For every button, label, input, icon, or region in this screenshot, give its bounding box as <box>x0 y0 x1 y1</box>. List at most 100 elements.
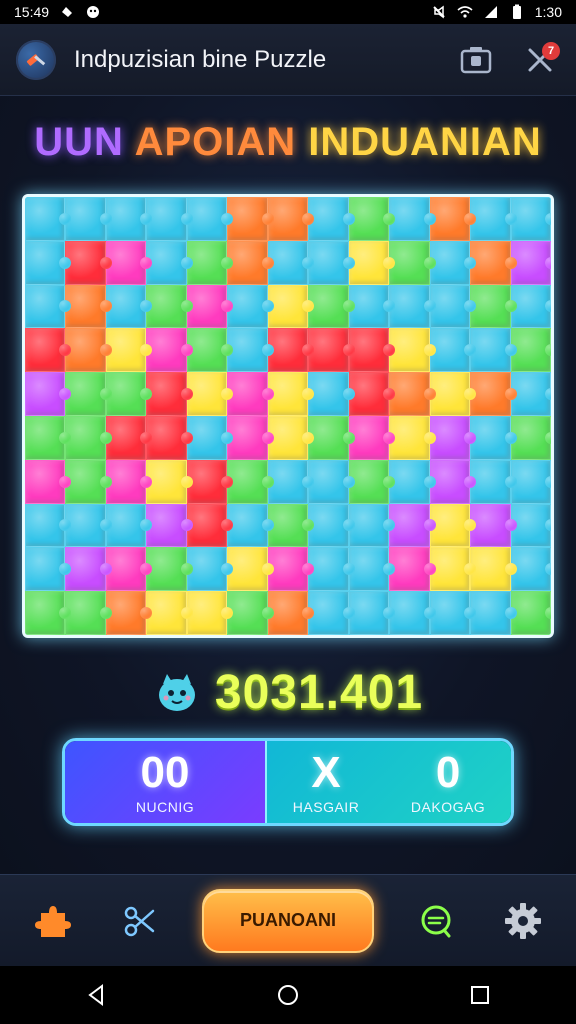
puzzle-piece[interactable] <box>470 328 518 373</box>
puzzle-piece[interactable] <box>186 591 234 635</box>
puzzle-piece[interactable] <box>470 547 518 592</box>
puzzle-piece[interactable] <box>510 459 551 504</box>
puzzle-piece[interactable] <box>348 328 396 373</box>
puzzle-piece[interactable] <box>25 284 72 329</box>
puzzle-grid[interactable] <box>25 197 551 635</box>
puzzle-piece[interactable] <box>389 503 437 548</box>
puzzle-piece[interactable] <box>389 284 437 329</box>
puzzle-piece[interactable] <box>267 240 315 285</box>
puzzle-piece[interactable] <box>146 459 194 504</box>
puzzle-piece[interactable] <box>348 547 396 592</box>
app-logo[interactable] <box>16 39 56 80</box>
puzzle-piece[interactable] <box>65 197 113 241</box>
puzzle-piece[interactable] <box>308 240 356 285</box>
puzzle-piece[interactable] <box>65 415 113 460</box>
puzzle-piece[interactable] <box>429 459 477 504</box>
puzzle-piece[interactable] <box>146 415 194 460</box>
puzzle-piece[interactable] <box>470 372 518 416</box>
puzzle-piece[interactable] <box>227 547 275 592</box>
primary-action-button[interactable]: PUANOANI <box>201 888 374 953</box>
puzzle-piece[interactable] <box>227 240 275 285</box>
puzzle-piece[interactable] <box>348 240 396 285</box>
puzzle-piece[interactable] <box>186 547 234 592</box>
puzzle-piece[interactable] <box>105 503 153 548</box>
puzzle-piece[interactable] <box>348 503 396 548</box>
puzzle-piece[interactable] <box>227 372 275 416</box>
puzzle-piece[interactable] <box>429 591 477 635</box>
back-button[interactable] <box>72 971 120 1019</box>
puzzle-piece[interactable] <box>227 284 275 329</box>
puzzle-piece[interactable] <box>186 284 234 329</box>
puzzle-piece[interactable] <box>186 372 234 416</box>
puzzle-piece[interactable] <box>25 503 72 548</box>
puzzle-piece[interactable] <box>267 547 315 592</box>
puzzle-piece[interactable] <box>348 415 396 460</box>
puzzle-piece[interactable] <box>510 591 551 635</box>
puzzle-piece[interactable] <box>308 372 356 416</box>
puzzle-piece[interactable] <box>65 591 113 635</box>
puzzle-piece[interactable] <box>308 459 356 504</box>
hint-button[interactable] <box>412 897 460 945</box>
puzzle-piece[interactable] <box>470 459 518 504</box>
puzzle-piece[interactable] <box>470 240 518 285</box>
puzzle-piece[interactable] <box>510 328 551 373</box>
puzzle-piece[interactable] <box>308 197 356 241</box>
puzzle-piece[interactable] <box>429 284 477 329</box>
puzzle-piece[interactable] <box>186 415 234 460</box>
puzzle-piece[interactable] <box>267 459 315 504</box>
puzzle-piece[interactable] <box>510 547 551 592</box>
puzzle-piece[interactable] <box>227 415 275 460</box>
puzzle-piece[interactable] <box>429 547 477 592</box>
puzzle-piece[interactable] <box>105 459 153 504</box>
puzzle-piece[interactable] <box>389 197 437 241</box>
puzzle-piece[interactable] <box>65 240 113 285</box>
puzzle-piece[interactable] <box>267 415 315 460</box>
puzzle-piece[interactable] <box>470 415 518 460</box>
puzzle-piece[interactable] <box>25 328 72 373</box>
puzzle-piece[interactable] <box>470 197 518 241</box>
puzzle-piece[interactable] <box>25 547 72 592</box>
home-button[interactable] <box>264 971 312 1019</box>
puzzle-piece[interactable] <box>25 372 72 416</box>
puzzle-piece[interactable] <box>146 591 194 635</box>
puzzle-piece[interactable] <box>429 240 477 285</box>
puzzle-piece[interactable] <box>186 459 234 504</box>
puzzle-piece[interactable] <box>389 415 437 460</box>
puzzle-piece[interactable] <box>25 415 72 460</box>
puzzle-piece[interactable] <box>105 372 153 416</box>
puzzle-piece[interactable] <box>65 372 113 416</box>
puzzle-piece[interactable] <box>510 415 551 460</box>
puzzle-piece[interactable] <box>186 240 234 285</box>
puzzle-piece[interactable] <box>65 459 113 504</box>
camera-button[interactable] <box>456 40 496 80</box>
puzzle-piece[interactable] <box>389 240 437 285</box>
puzzle-piece[interactable] <box>389 547 437 592</box>
puzzle-piece[interactable] <box>470 503 518 548</box>
puzzle-piece[interactable] <box>105 415 153 460</box>
puzzle-piece[interactable] <box>348 459 396 504</box>
puzzle-piece[interactable] <box>429 503 477 548</box>
puzzle-piece[interactable] <box>25 459 72 504</box>
puzzle-piece[interactable] <box>308 284 356 329</box>
puzzle-piece[interactable] <box>267 197 315 241</box>
puzzle-piece[interactable] <box>348 284 396 329</box>
puzzle-piece[interactable] <box>105 591 153 635</box>
puzzle-piece[interactable] <box>25 591 72 635</box>
puzzle-piece[interactable] <box>389 372 437 416</box>
settings-button[interactable] <box>499 897 547 945</box>
puzzle-piece[interactable] <box>267 328 315 373</box>
puzzle-piece[interactable] <box>146 240 194 285</box>
puzzle-piece[interactable] <box>389 328 437 373</box>
puzzle-piece[interactable] <box>146 284 194 329</box>
puzzle-piece[interactable] <box>186 503 234 548</box>
puzzle-piece[interactable] <box>308 503 356 548</box>
puzzle-piece[interactable] <box>470 284 518 329</box>
puzzle-piece[interactable] <box>105 240 153 285</box>
puzzle-piece[interactable] <box>146 328 194 373</box>
puzzle-piece[interactable] <box>25 240 72 285</box>
puzzle-piece[interactable] <box>348 591 396 635</box>
puzzle-piece[interactable] <box>65 328 113 373</box>
puzzle-piece[interactable] <box>429 415 477 460</box>
puzzle-piece[interactable] <box>429 328 477 373</box>
puzzle-piece[interactable] <box>105 328 153 373</box>
